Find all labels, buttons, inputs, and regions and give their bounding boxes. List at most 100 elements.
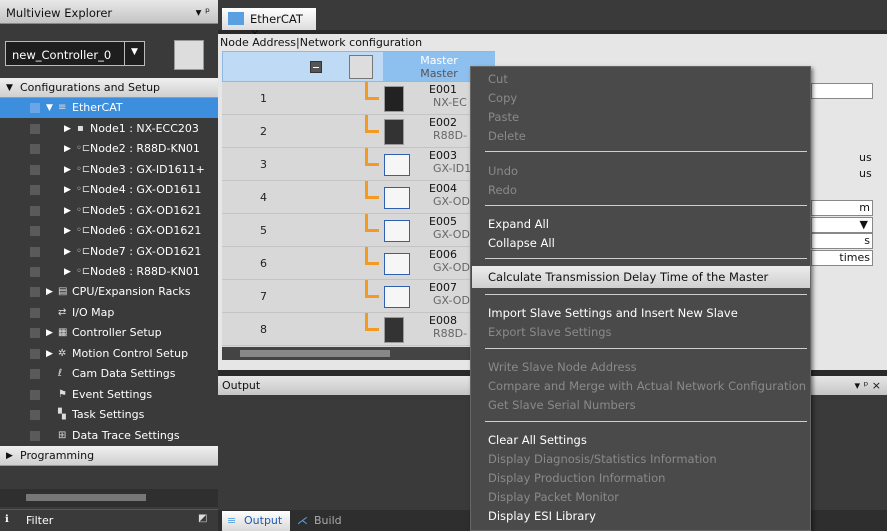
checkbox-square — [30, 328, 40, 338]
menu-item-diagnosis[interactable]: Display Diagnosis/Statistics Information — [488, 450, 717, 468]
menu-item-export-slave[interactable]: Export Slave Settings — [488, 323, 612, 341]
tab-output[interactable]: ≡ Output — [222, 511, 290, 531]
node-row[interactable]: 5 E005 GX-OD — [222, 214, 472, 247]
expand-arrow-icon[interactable]: ▶ — [64, 201, 71, 221]
node-row[interactable]: 4 E004 GX-OD — [222, 181, 472, 214]
pin-icon[interactable]: ▾ ᵖ × — [855, 379, 881, 392]
expand-arrow-icon[interactable]: ▶ — [6, 446, 13, 465]
expand-arrow-icon[interactable]: ▶ — [64, 262, 71, 282]
menu-item-production[interactable]: Display Production Information — [488, 469, 665, 487]
menu-item-expand-all[interactable]: Expand All — [488, 215, 549, 233]
node-address: 5 — [260, 224, 267, 237]
menu-item-packet-monitor[interactable]: Display Packet Monitor — [488, 488, 619, 506]
tree-item-cpu-racks[interactable]: ▶ ▤ CPU/Expansion Racks — [0, 282, 218, 302]
chevron-down-icon[interactable]: ▼ — [124, 41, 144, 66]
tab-build[interactable]: ⋌ Build — [292, 511, 352, 531]
tree-item-motion-control[interactable]: ▶ ✲ Motion Control Setup — [0, 344, 218, 364]
menu-item-write-address[interactable]: Write Slave Node Address — [488, 358, 637, 376]
node-model: NX-EC — [433, 96, 467, 109]
property-dropdown[interactable]: ▼ — [811, 217, 873, 233]
node-address: 7 — [260, 290, 267, 303]
expand-arrow-icon[interactable]: ▶ — [64, 119, 71, 139]
menu-item-esi-library[interactable]: Display ESI Library — [488, 507, 596, 525]
menu-item-copy[interactable]: Copy — [488, 89, 517, 107]
expand-arrow-icon[interactable]: ▶ — [46, 323, 53, 343]
checkbox-square — [30, 247, 40, 257]
tree-node-1[interactable]: ▶ ▪ Node1 : NX-ECC203 — [0, 119, 218, 139]
property-field[interactable]: times — [811, 250, 873, 266]
tree-programming[interactable]: ▶ Programming — [0, 446, 218, 466]
expand-arrow-icon[interactable]: ▼ — [6, 78, 13, 97]
menu-item-calculate-delay[interactable]: Calculate Transmission Delay Time of the… — [488, 268, 768, 286]
tree-node-5[interactable]: ▶ ◦⊏ Node5 : GX-OD1621 — [0, 201, 218, 221]
tree-item-cam-data[interactable]: ℓ Cam Data Settings — [0, 364, 218, 384]
menu-item-undo[interactable]: Undo — [488, 162, 518, 180]
tree-item-task-settings[interactable]: ▚ Task Settings — [0, 405, 218, 425]
tree-node-6[interactable]: ▶ ◦⊏ Node6 : GX-OD1621 — [0, 221, 218, 241]
node-address: 6 — [260, 257, 267, 270]
expand-arrow-icon[interactable]: ▶ — [64, 242, 71, 262]
menu-item-delete[interactable]: Delete — [488, 127, 526, 145]
network-config-header: Node Address|Network configuration — [220, 36, 423, 49]
menu-item-compare-merge[interactable]: Compare and Merge with Actual Network Co… — [488, 377, 806, 395]
tree-node-2[interactable]: ▶ ◦⊏ Node2 : R88D-KN01 — [0, 139, 218, 159]
menu-item-get-serial[interactable]: Get Slave Serial Numbers — [488, 396, 636, 414]
tree-node-7[interactable]: ▶ ◦⊏ Node7 : GX-OD1621 — [0, 242, 218, 262]
node-row[interactable]: 1 E001 NX-EC — [222, 82, 472, 115]
tree-item-io-map[interactable]: ⇄ I/O Map — [0, 303, 218, 323]
checkbox-square — [30, 103, 40, 113]
controller-select[interactable]: new_Controller_0 ▼ — [5, 41, 145, 66]
property-field[interactable] — [811, 83, 873, 99]
menu-item-cut[interactable]: Cut — [488, 70, 508, 88]
tree-node-3[interactable]: ▶ ◦⊏ Node3 : GX-ID1611+ — [0, 160, 218, 180]
tree-item-event-settings[interactable]: ⚑ Event Settings — [0, 385, 218, 405]
expand-arrow-icon[interactable]: ▶ — [64, 139, 71, 159]
explorer-horizontal-scrollbar[interactable] — [0, 489, 218, 507]
node-row[interactable]: 6 E006 GX-OD — [222, 247, 472, 280]
node-row[interactable]: 2 E002 R88D- — [222, 115, 472, 148]
expand-arrow-icon[interactable]: ▶ — [46, 282, 53, 302]
collapse-icon[interactable] — [310, 61, 322, 73]
tree-configurations-setup[interactable]: ▼ Configurations and Setup — [0, 78, 218, 98]
editor-horizontal-scrollbar[interactable] — [222, 347, 472, 360]
expand-arrow-icon[interactable]: ▶ — [46, 344, 53, 364]
checkbox-square — [30, 267, 40, 277]
info-icon: ℹ — [5, 514, 9, 525]
expand-arrow-icon[interactable]: ▶ — [64, 221, 71, 241]
tree-item-ethercat[interactable]: ▼ ≡ EtherCAT — [0, 98, 218, 118]
expand-arrow-icon[interactable]: ▶ — [64, 180, 71, 200]
node-row[interactable]: 8 E008 R88D- — [222, 313, 472, 346]
node-address: 2 — [260, 125, 267, 138]
expand-arrow-icon[interactable]: ▶ — [64, 160, 71, 180]
tree-label: Node3 : GX-ID1611+ — [90, 163, 205, 176]
tree-item-data-trace[interactable]: ⊞ Data Trace Settings — [0, 426, 218, 446]
property-field[interactable]: m — [811, 200, 873, 216]
node-row[interactable]: 7 E007 GX-OD — [222, 280, 472, 313]
tree-item-controller-setup[interactable]: ▶ ▦ Controller Setup — [0, 323, 218, 343]
pin-icon[interactable]: ▾ ᵖ — [196, 5, 210, 19]
scrollbar-thumb[interactable] — [240, 350, 390, 357]
menu-item-paste[interactable]: Paste — [488, 108, 519, 126]
node-model: GX-ID1 — [433, 162, 472, 175]
menu-item-redo[interactable]: Redo — [488, 181, 517, 199]
checkbox-square — [30, 390, 40, 400]
expand-arrow-icon[interactable]: ▼ — [46, 98, 53, 118]
tree-node-4[interactable]: ▶ ◦⊏ Node4 : GX-OD1611 — [0, 180, 218, 200]
filter-bar[interactable]: ℹ Filter ◩ — [0, 509, 218, 531]
tree-node-8[interactable]: ▶ ◦⊏ Node8 : R88D-KN01 — [0, 262, 218, 282]
menu-item-collapse-all[interactable]: Collapse All — [488, 234, 555, 252]
node-icon: ◦⊏ — [76, 184, 91, 195]
tree-label: Node6 : GX-OD1621 — [90, 224, 202, 237]
node-row[interactable]: 3 E003 GX-ID1 — [222, 148, 472, 181]
scrollbar-thumb[interactable] — [26, 494, 146, 501]
checkbox-square — [30, 369, 40, 379]
filter-toggle-icon[interactable]: ◩ — [198, 513, 207, 524]
tab-ethercat[interactable]: EtherCAT × — [222, 8, 316, 40]
master-device-icon — [349, 55, 373, 79]
master-row[interactable]: Master Master — [222, 51, 495, 82]
menu-item-clear-all[interactable]: Clear All Settings — [488, 431, 587, 449]
slave-device-icon — [384, 253, 410, 275]
build-icon: ⋌ — [297, 514, 308, 527]
property-field[interactable]: s — [811, 233, 873, 249]
menu-item-import-slave[interactable]: Import Slave Settings and Insert New Sla… — [488, 304, 738, 322]
